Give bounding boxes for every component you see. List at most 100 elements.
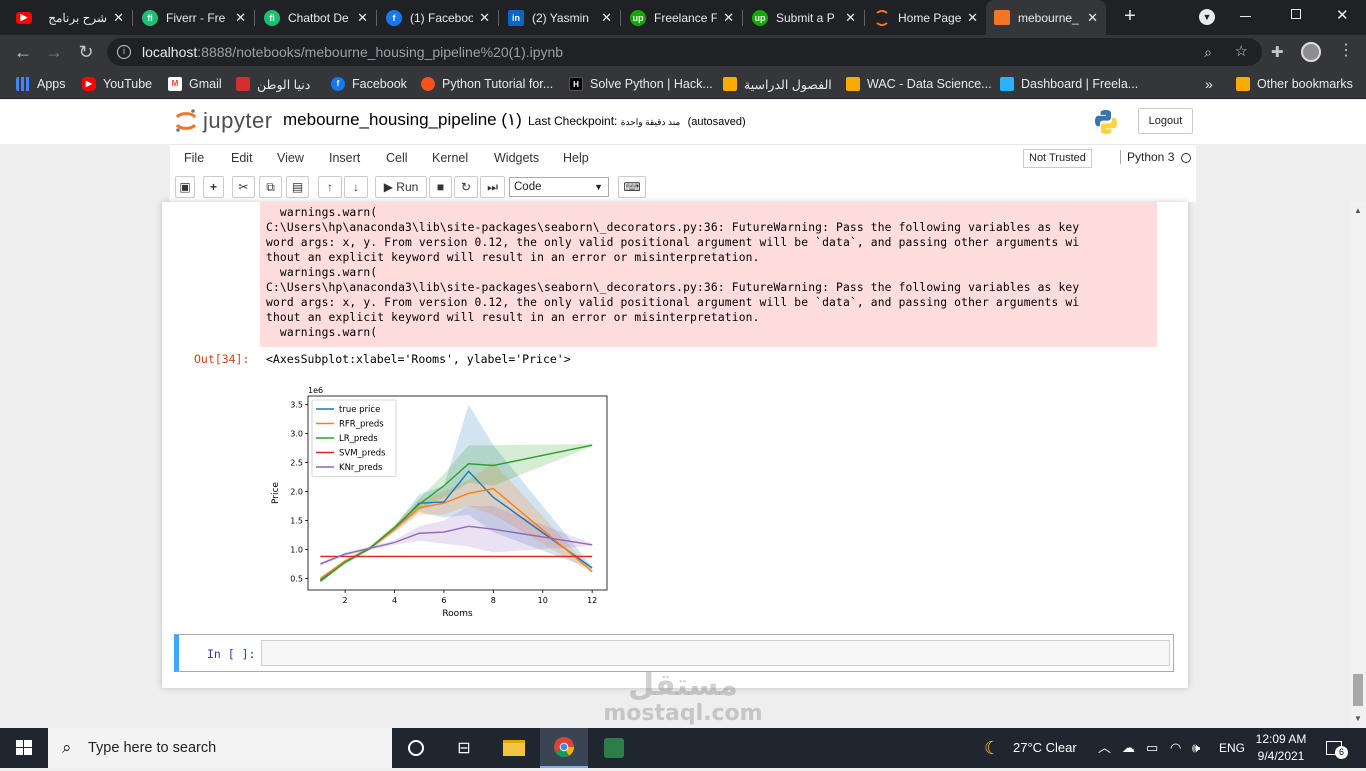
copy-icon[interactable]: ⧉ bbox=[259, 176, 282, 198]
bookmark-classroom[interactable]: الفصول الدراسية bbox=[723, 69, 832, 99]
bookmark-freelancer[interactable]: Dashboard | Freela... bbox=[1000, 69, 1138, 99]
interrupt-icon[interactable]: ■ bbox=[429, 176, 452, 198]
page-scrollbar[interactable]: ▲ ▼ bbox=[1350, 202, 1366, 728]
browser-tab[interactable]: fi Chatbot De ✕ bbox=[256, 0, 376, 35]
profile-avatar[interactable] bbox=[1301, 42, 1321, 62]
jupyter-logo[interactable]: jupyter bbox=[175, 108, 273, 134]
volume-icon[interactable]: 🕪 bbox=[1192, 728, 1200, 768]
close-tab-icon[interactable]: ✕ bbox=[479, 10, 490, 26]
chrome-taskbar-icon[interactable] bbox=[540, 728, 588, 768]
code-input[interactable] bbox=[261, 640, 1170, 666]
restart-icon[interactable]: ↻ bbox=[454, 176, 478, 198]
bookmark-label: Gmail bbox=[189, 77, 222, 91]
close-tab-icon[interactable]: ✕ bbox=[601, 10, 612, 26]
reload-icon[interactable]: ↻ bbox=[75, 41, 97, 63]
command-palette-icon[interactable]: ⌨ bbox=[618, 176, 646, 198]
network-cloud-icon[interactable]: ☁ bbox=[1122, 728, 1135, 768]
menu-view[interactable]: View bbox=[277, 151, 304, 165]
restart-run-all-icon[interactable]: ⏭ bbox=[480, 176, 505, 198]
menu-file[interactable]: File bbox=[184, 151, 204, 165]
bookmark-gmail[interactable]: M Gmail bbox=[168, 69, 222, 99]
x-axis-ticks: 2 4 6 8 10 12 bbox=[343, 590, 597, 605]
other-bookmarks-folder[interactable]: Other bookmarks bbox=[1236, 69, 1353, 99]
bookmark-dunya[interactable]: دنيا الوطن bbox=[236, 69, 310, 99]
close-tab-icon[interactable]: ✕ bbox=[1087, 10, 1098, 26]
move-up-icon[interactable]: ↑ bbox=[318, 176, 342, 198]
language-indicator[interactable]: ENG bbox=[1219, 728, 1245, 768]
forward-icon[interactable]: → bbox=[43, 41, 65, 63]
menu-edit[interactable]: Edit bbox=[231, 151, 253, 165]
jupyter-icon bbox=[874, 9, 890, 26]
menu-insert[interactable]: Insert bbox=[329, 151, 360, 165]
paste-icon[interactable]: ▤ bbox=[286, 176, 309, 198]
app-taskbar-icon[interactable] bbox=[590, 728, 638, 768]
scroll-down-icon[interactable]: ▼ bbox=[1354, 714, 1362, 723]
back-icon[interactable]: ← bbox=[12, 41, 34, 63]
file-explorer-icon[interactable] bbox=[490, 728, 538, 768]
legend-label: RFR_preds bbox=[339, 420, 384, 430]
menu-kernel[interactable]: Kernel bbox=[432, 151, 468, 165]
extensions-icon[interactable]: ✚ bbox=[1271, 43, 1284, 61]
move-down-icon[interactable]: ↓ bbox=[344, 176, 368, 198]
browser-tab[interactable]: up Submit a P ✕ bbox=[744, 0, 864, 35]
bookmark-python-tutorial[interactable]: Python Tutorial for... bbox=[421, 69, 553, 99]
wifi-icon[interactable]: ◠ bbox=[1170, 728, 1181, 768]
fiverr-icon: fi bbox=[142, 9, 158, 26]
battery-icon[interactable]: ▭ bbox=[1146, 728, 1158, 768]
logout-button[interactable]: Logout bbox=[1138, 108, 1193, 134]
bookmark-facebook[interactable]: f Facebook bbox=[331, 69, 407, 99]
task-view-icon[interactable]: ⊟ bbox=[440, 728, 488, 768]
minimize-icon[interactable] bbox=[1240, 16, 1251, 17]
scroll-up-icon[interactable]: ▲ bbox=[1354, 206, 1362, 215]
cortana-icon[interactable] bbox=[392, 728, 440, 768]
bookmark-hackerrank[interactable]: H Solve Python | Hack... bbox=[569, 69, 713, 99]
browser-tab[interactable]: ▶ شرح برنامج ✕ bbox=[8, 0, 132, 35]
tab-search-icon[interactable]: ▼ bbox=[1199, 9, 1215, 25]
close-window-icon[interactable]: ✕ bbox=[1336, 6, 1349, 24]
bookmarks-overflow-button[interactable]: » bbox=[1205, 69, 1213, 99]
taskbar-search-box[interactable]: ⌕ Type here to search bbox=[48, 728, 392, 768]
scrollbar-thumb[interactable] bbox=[1353, 674, 1363, 706]
start-button[interactable] bbox=[0, 728, 48, 768]
save-icon[interactable]: ▣ bbox=[175, 176, 195, 198]
browser-tab[interactable]: up Freelance F ✕ bbox=[622, 0, 742, 35]
new-tab-icon[interactable]: + bbox=[1120, 6, 1140, 26]
browser-tab[interactable]: fi Fiverr - Fre ✕ bbox=[134, 0, 254, 35]
weather-moon-icon[interactable]: ☾ bbox=[984, 728, 1000, 768]
browser-tab[interactable]: in (2) Yasmin ✕ bbox=[500, 0, 620, 35]
bookmark-youtube[interactable]: ▶ YouTube bbox=[82, 69, 152, 99]
close-tab-icon[interactable]: ✕ bbox=[723, 10, 734, 26]
restore-icon[interactable] bbox=[1291, 9, 1301, 19]
code-cell[interactable]: In [ ]: bbox=[174, 634, 1174, 672]
tab-title: (1) Faceboo bbox=[410, 10, 474, 25]
bookmark-star-icon[interactable]: ☆ bbox=[1235, 38, 1248, 66]
close-tab-icon[interactable]: ✕ bbox=[357, 10, 368, 26]
menu-cell[interactable]: Cell bbox=[386, 151, 408, 165]
cut-icon[interactable]: ✂ bbox=[232, 176, 255, 198]
zoom-search-icon[interactable]: ⌕ bbox=[1204, 38, 1212, 66]
site-info-icon[interactable]: i bbox=[117, 45, 131, 59]
taskbar-clock[interactable]: 12:09 AM 9/4/2021 bbox=[1248, 731, 1314, 765]
browser-menu-icon[interactable]: ⋮ bbox=[1338, 40, 1354, 60]
browser-tab[interactable]: f (1) Faceboo ✕ bbox=[378, 0, 498, 35]
browser-tab[interactable]: Home Page ✕ bbox=[866, 0, 986, 35]
insert-cell-icon[interactable]: + bbox=[203, 176, 224, 198]
browser-tab-active[interactable]: mebourne_ ✕ bbox=[986, 0, 1106, 35]
notification-center-icon[interactable]: 6 bbox=[1326, 738, 1348, 759]
close-tab-icon[interactable]: ✕ bbox=[967, 10, 978, 26]
menu-help[interactable]: Help bbox=[563, 151, 589, 165]
notebook-title[interactable]: mebourne_housing_pipeline (١) bbox=[283, 110, 522, 130]
browser-toolbar: ← → ↻ i localhost:8888/notebooks/mebourn… bbox=[0, 35, 1366, 69]
weather-text[interactable]: 27°C Clear bbox=[1013, 728, 1077, 768]
bookmark-apps[interactable]: Apps bbox=[16, 69, 66, 99]
menu-widgets[interactable]: Widgets bbox=[494, 151, 539, 165]
close-tab-icon[interactable]: ✕ bbox=[235, 10, 246, 26]
address-bar[interactable]: i localhost:8888/notebooks/mebourne_hous… bbox=[107, 38, 1262, 66]
close-tab-icon[interactable]: ✕ bbox=[845, 10, 856, 26]
bookmark-wac[interactable]: WAC - Data Science... bbox=[846, 69, 992, 99]
tray-chevron-up-icon[interactable]: ︿ bbox=[1098, 728, 1111, 768]
trust-status-button[interactable]: Not Trusted bbox=[1023, 149, 1092, 168]
run-button[interactable]: ▶ Run bbox=[375, 176, 427, 198]
close-tab-icon[interactable]: ✕ bbox=[113, 10, 124, 26]
cell-type-select[interactable]: Code ▼ bbox=[509, 177, 609, 197]
